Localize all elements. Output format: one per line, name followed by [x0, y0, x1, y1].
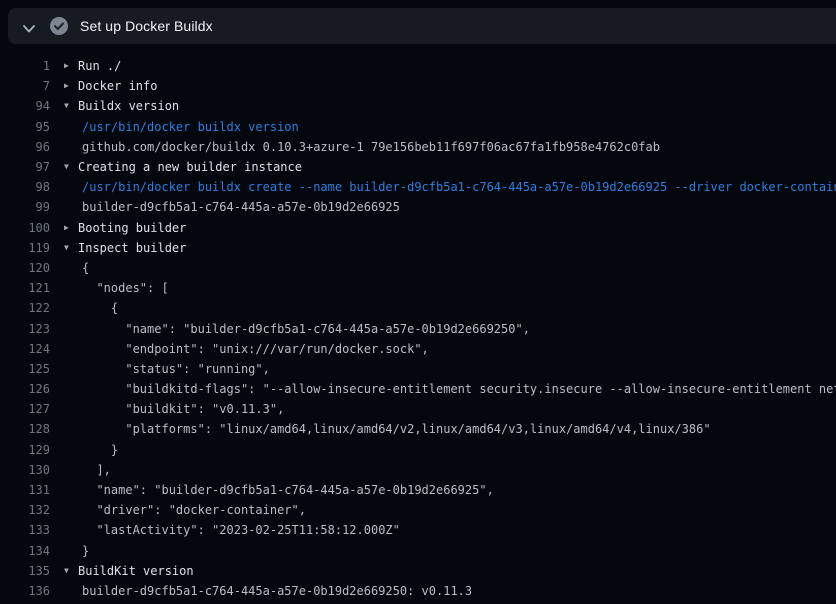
line-number[interactable]: 97	[0, 160, 50, 174]
line-number[interactable]: 126	[0, 382, 50, 396]
group-title: Inspect builder	[78, 241, 186, 255]
line-number[interactable]: 130	[0, 463, 50, 477]
arrow-right-icon: ▶	[64, 82, 78, 90]
line-number[interactable]: 94	[0, 99, 50, 113]
log-group-row[interactable]: 119 ▼Inspect builder	[0, 238, 836, 258]
group-title: Creating a new builder instance	[78, 160, 302, 174]
line-number[interactable]: 122	[0, 301, 50, 315]
line-number[interactable]: 119	[0, 241, 50, 255]
log-line: 124 "endpoint": "unix:///var/run/docker.…	[0, 339, 836, 359]
line-number[interactable]: 1	[0, 59, 50, 73]
log-text: builder-d9cfb5a1-c764-445a-a57e-0b19d2e6…	[82, 200, 400, 214]
log-text: "buildkit": "v0.11.3",	[82, 402, 284, 416]
line-number[interactable]: 125	[0, 362, 50, 376]
arrow-down-icon: ▼	[64, 163, 78, 171]
log-text: github.com/docker/buildx 0.10.3+azure-1 …	[82, 140, 660, 154]
log-text: {	[82, 261, 89, 275]
line-number[interactable]: 134	[0, 544, 50, 558]
check-circle-icon	[50, 17, 68, 35]
log-line: 129 }	[0, 440, 836, 460]
line-number[interactable]: 120	[0, 261, 50, 275]
line-number[interactable]: 100	[0, 221, 50, 235]
log-line: 132 "driver": "docker-container",	[0, 500, 836, 520]
log-line: 130 ],	[0, 460, 836, 480]
log-text: builder-d9cfb5a1-c764-445a-a57e-0b19d2e6…	[82, 584, 472, 598]
group-title: Booting builder	[78, 221, 186, 235]
line-number[interactable]: 124	[0, 342, 50, 356]
log-text: "status": "running",	[82, 362, 270, 376]
log-text: }	[82, 443, 118, 457]
log-output: 1▶Run ./7▶Docker info94▼Buildx version95…	[0, 44, 836, 601]
arrow-down-icon: ▼	[64, 102, 78, 110]
arrow-down-icon: ▼	[64, 244, 78, 252]
group-title: Buildx version	[78, 99, 179, 113]
log-line: 121 "nodes": [	[0, 278, 836, 298]
arrow-right-icon: ▶	[64, 224, 78, 232]
chevron-down-icon[interactable]	[22, 21, 36, 31]
group-title: BuildKit version	[78, 564, 194, 578]
line-number[interactable]: 129	[0, 443, 50, 457]
log-line: 126 "buildkitd-flags": "--allow-insecure…	[0, 379, 836, 399]
log-line: 122 {	[0, 298, 836, 318]
line-number[interactable]: 133	[0, 523, 50, 537]
log-line: 120 {	[0, 258, 836, 278]
line-number[interactable]: 131	[0, 483, 50, 497]
log-line: 133 "lastActivity": "2023-02-25T11:58:12…	[0, 520, 836, 540]
line-number[interactable]: 96	[0, 140, 50, 154]
log-group-row[interactable]: 1 ▶Run ./	[0, 56, 836, 76]
log-text: "lastActivity": "2023-02-25T11:58:12.000…	[82, 523, 400, 537]
log-group-row[interactable]: 94 ▼Buildx version	[0, 96, 836, 116]
log-text: "platforms": "linux/amd64,linux/amd64/v2…	[82, 422, 711, 436]
log-text: "nodes": [	[82, 281, 169, 295]
step-title: Set up Docker Buildx	[80, 18, 213, 34]
line-number[interactable]: 135	[0, 564, 50, 578]
log-line: 125 "status": "running",	[0, 359, 836, 379]
log-text: "name": "builder-d9cfb5a1-c764-445a-a57e…	[82, 322, 530, 336]
log-text: "buildkitd-flags": "--allow-insecure-ent…	[82, 382, 836, 396]
log-text: ],	[82, 463, 111, 477]
log-group-row[interactable]: 7 ▶Docker info	[0, 76, 836, 96]
group-title: Docker info	[78, 79, 157, 93]
line-number[interactable]: 95	[0, 120, 50, 134]
log-line: 95/usr/bin/docker buildx version	[0, 117, 836, 137]
command-text: /usr/bin/docker buildx version	[82, 120, 299, 134]
line-number[interactable]: 121	[0, 281, 50, 295]
line-number[interactable]: 128	[0, 422, 50, 436]
line-number[interactable]: 123	[0, 322, 50, 336]
log-text: }	[82, 544, 89, 558]
line-number[interactable]: 99	[0, 200, 50, 214]
step-header[interactable]: Set up Docker Buildx	[8, 8, 836, 44]
log-group-row[interactable]: 100 ▶Booting builder	[0, 218, 836, 238]
line-number[interactable]: 98	[0, 180, 50, 194]
log-line: 136 builder-d9cfb5a1-c764-445a-a57e-0b19d…	[0, 581, 836, 601]
log-line: 128 "platforms": "linux/amd64,linux/amd6…	[0, 419, 836, 439]
line-number[interactable]: 132	[0, 503, 50, 517]
log-line: 123 "name": "builder-d9cfb5a1-c764-445a-…	[0, 318, 836, 338]
log-text: "endpoint": "unix:///var/run/docker.sock…	[82, 342, 429, 356]
log-line: 131 "name": "builder-d9cfb5a1-c764-445a-…	[0, 480, 836, 500]
log-line: 98/usr/bin/docker buildx create --name b…	[0, 177, 836, 197]
line-number[interactable]: 7	[0, 79, 50, 93]
log-line: 127 "buildkit": "v0.11.3",	[0, 399, 836, 419]
command-text: /usr/bin/docker buildx create --name bui…	[82, 180, 836, 194]
log-line: 134}	[0, 541, 836, 561]
log-line: 96 github.com/docker/buildx 0.10.3+azure-…	[0, 137, 836, 157]
arrow-right-icon: ▶	[64, 62, 78, 70]
log-group-row[interactable]: 135 ▼BuildKit version	[0, 561, 836, 581]
log-text: {	[82, 301, 118, 315]
log-line: 99 builder-d9cfb5a1-c764-445a-a57e-0b19d2…	[0, 197, 836, 217]
log-text: "driver": "docker-container",	[82, 503, 306, 517]
line-number[interactable]: 136	[0, 584, 50, 598]
group-title: Run ./	[78, 59, 121, 73]
log-text: "name": "builder-d9cfb5a1-c764-445a-a57e…	[82, 483, 494, 497]
log-group-row[interactable]: 97 ▼Creating a new builder instance	[0, 157, 836, 177]
line-number[interactable]: 127	[0, 402, 50, 416]
arrow-down-icon: ▼	[64, 567, 78, 575]
